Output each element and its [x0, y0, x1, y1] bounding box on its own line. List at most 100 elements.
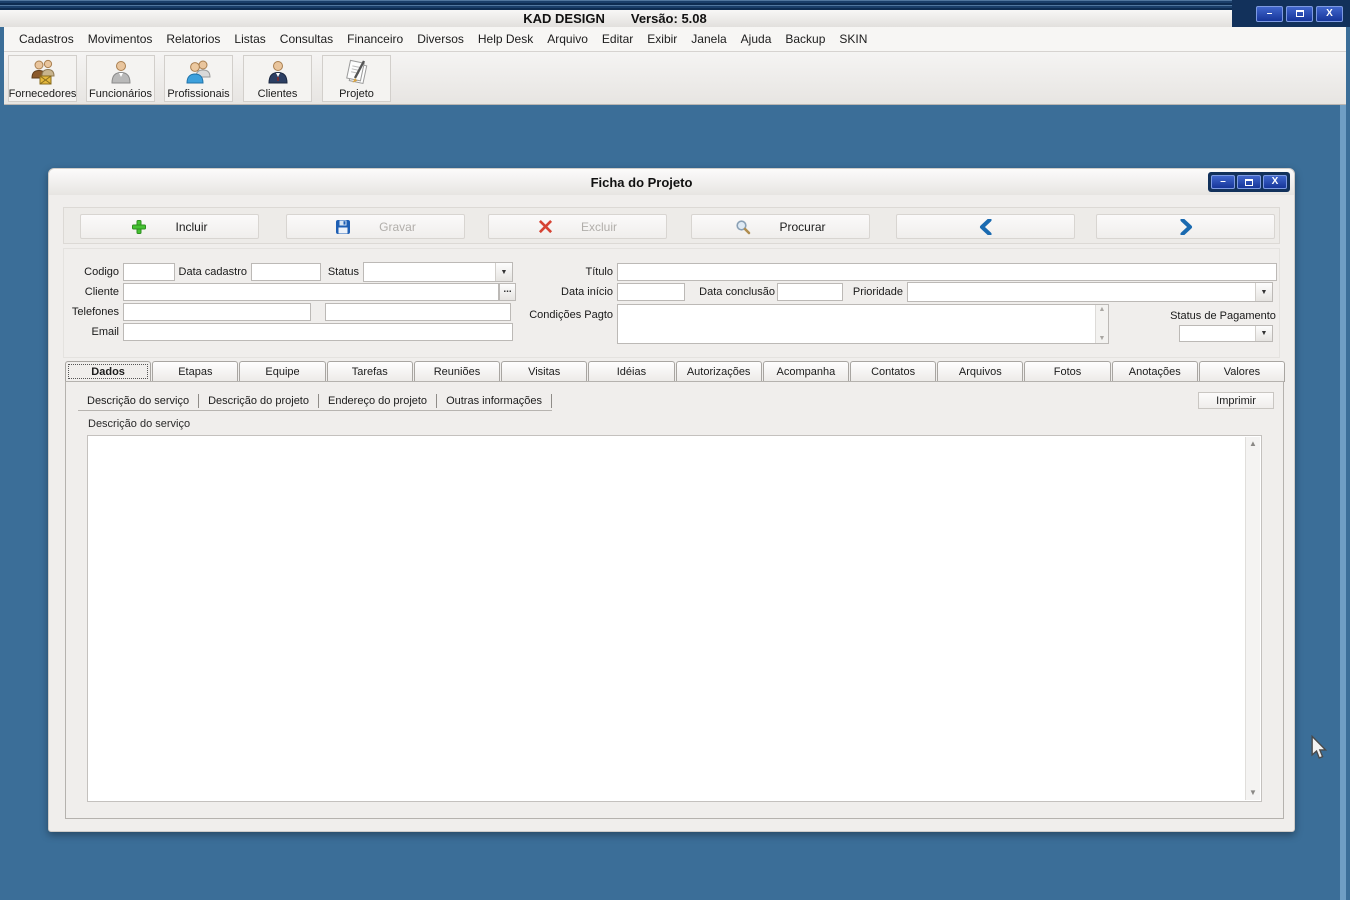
maximize-button[interactable] — [1286, 5, 1313, 22]
prioridade-dropdown-button[interactable]: ▼ — [1255, 283, 1272, 301]
toolbar-button-clientes[interactable]: Clientes — [243, 55, 312, 102]
tab-acompanha[interactable]: Acompanha — [762, 361, 849, 382]
toolbar-button-funcionarios[interactable]: Funcionários — [86, 55, 155, 102]
menu-item-diversos[interactable]: Diversos — [410, 29, 471, 49]
tab-autorizacoes[interactable]: Autorizações — [675, 361, 762, 382]
scroll-down-icon: ▼ — [1098, 335, 1106, 342]
tab-ideias[interactable]: Idéias — [588, 361, 675, 382]
tab-valores[interactable]: Valores — [1198, 361, 1286, 382]
data-inicio-input[interactable] — [617, 283, 685, 301]
next-record-button[interactable] — [1096, 214, 1275, 239]
dialog-minimize-button[interactable]: – — [1211, 175, 1235, 189]
app-version: Versão: 5.08 — [630, 11, 707, 26]
dialog-close-button[interactable]: X — [1263, 175, 1287, 189]
tab-visitas[interactable]: Visitas — [501, 361, 588, 382]
toolbar-button-fornecedores[interactable]: Fornecedores — [8, 55, 77, 102]
dialog-window-controls: – X — [1208, 172, 1290, 192]
main-toolbar: Fornecedores Funcionários Profissionais … — [4, 52, 1346, 105]
status-label: Status — [327, 266, 359, 278]
dialog-maximize-button[interactable] — [1237, 175, 1261, 189]
tab-tarefas[interactable]: Tarefas — [326, 361, 413, 382]
status-select[interactable]: ▼ — [363, 262, 513, 282]
menu-item-arquivo[interactable]: Arquivo — [540, 29, 595, 49]
tab-fotos[interactable]: Fotos — [1024, 361, 1111, 382]
data-inicio-label: Data início — [561, 286, 613, 298]
menu-item-ajuda[interactable]: Ajuda — [734, 29, 779, 49]
menu-item-listas[interactable]: Listas — [227, 29, 272, 49]
toolbar-button-projeto[interactable]: Projeto — [322, 55, 391, 102]
condicoes-pagto-memo[interactable]: ▲ ▼ — [617, 304, 1109, 344]
close-button[interactable]: X — [1316, 5, 1343, 22]
cliente-browse-button[interactable]: ... — [499, 283, 516, 301]
memo-scrollbar[interactable]: ▲ ▼ — [1095, 305, 1108, 343]
subtab-descricao-projeto[interactable]: Descrição do projeto — [199, 395, 318, 407]
menu-item-helpdesk[interactable]: Help Desk — [471, 29, 540, 49]
chevron-right-icon — [1179, 218, 1193, 235]
minimize-icon: – — [1266, 7, 1273, 19]
subtab-outras-informacoes[interactable]: Outras informações — [437, 395, 551, 407]
maximize-icon — [1245, 178, 1253, 186]
tab-dados[interactable]: Dados — [65, 361, 152, 382]
subtab-descricao-servico[interactable]: Descrição do serviço — [78, 395, 198, 407]
incluir-button[interactable]: Incluir — [80, 214, 259, 239]
status-pagamento-select[interactable]: ▼ — [1179, 325, 1273, 342]
sub-tabset: Descrição do serviço Descrição do projet… — [78, 393, 553, 411]
tab-anotacoes[interactable]: Anotações — [1111, 361, 1198, 382]
chevron-down-icon: ▼ — [1260, 330, 1268, 337]
project-notes-icon — [342, 58, 372, 88]
tab-reunioes[interactable]: Reuniões — [413, 361, 501, 382]
imprimir-button[interactable]: Imprimir — [1198, 392, 1274, 409]
scroll-down-icon: ▼ — [1249, 788, 1257, 797]
telefone2-input[interactable] — [325, 303, 511, 321]
status-pagamento-dropdown-button[interactable]: ▼ — [1255, 326, 1272, 341]
employee-person-icon — [106, 58, 136, 88]
titulo-label: Título — [585, 266, 613, 278]
window-titlebar-stripes — [0, 0, 1350, 10]
menu-item-cadastros[interactable]: Cadastros — [12, 29, 81, 49]
subtab-endereco-projeto[interactable]: Endereço do projeto — [319, 395, 436, 407]
toolbar-label-projeto: Projeto — [339, 88, 374, 100]
tab-etapas[interactable]: Etapas — [152, 361, 239, 382]
excluir-label: Excluir — [580, 219, 617, 234]
toolbar-label-fornecedores: Fornecedores — [8, 88, 77, 100]
email-input[interactable] — [123, 323, 513, 341]
tab-equipe[interactable]: Equipe — [239, 361, 326, 382]
cliente-input[interactable] — [123, 283, 499, 301]
subtab-separator — [551, 393, 553, 408]
maximize-icon — [1295, 10, 1304, 17]
previous-record-button[interactable] — [896, 214, 1075, 239]
tab-arquivos[interactable]: Arquivos — [937, 361, 1024, 382]
textarea-scrollbar[interactable]: ▲ ▼ — [1245, 437, 1260, 800]
telefone1-input[interactable] — [123, 303, 311, 321]
tab-contatos[interactable]: Contatos — [849, 361, 937, 382]
client-person-icon — [263, 58, 293, 88]
toolbar-button-profissionais[interactable]: Profissionais — [164, 55, 233, 102]
minimize-button[interactable]: – — [1256, 5, 1283, 22]
menu-item-backup[interactable]: Backup — [778, 29, 832, 49]
chevron-left-icon — [979, 218, 993, 235]
menu-item-janela[interactable]: Janela — [684, 29, 733, 49]
prioridade-select[interactable]: ▼ — [907, 282, 1273, 302]
condicoes-pagto-label: Condições Pagto — [529, 309, 613, 321]
toolbar-label-clientes: Clientes — [257, 88, 298, 100]
dialog-actionbar: Incluir Gravar Excluir Procurar — [63, 207, 1280, 244]
menu-item-movimentos[interactable]: Movimentos — [81, 29, 160, 49]
menu-item-skin[interactable]: SKIN — [832, 29, 874, 49]
desktop-edge-highlight — [1340, 105, 1346, 900]
menu-item-editar[interactable]: Editar — [595, 29, 640, 49]
professionals-people-icon — [184, 58, 214, 88]
menu-item-exibir[interactable]: Exibir — [640, 29, 684, 49]
menu-item-relatorios[interactable]: Relatorios — [159, 29, 227, 49]
procurar-button[interactable]: Procurar — [691, 214, 870, 239]
gravar-button[interactable]: Gravar — [286, 214, 465, 239]
save-floppy-icon — [335, 219, 351, 235]
menu-item-consultas[interactable]: Consultas — [273, 29, 340, 49]
data-conclusao-input[interactable] — [777, 283, 843, 301]
status-dropdown-button[interactable]: ▼ — [495, 263, 512, 281]
scroll-up-icon: ▲ — [1098, 306, 1106, 313]
excluir-button[interactable]: Excluir — [488, 214, 667, 239]
titulo-input[interactable] — [617, 263, 1277, 281]
data-conclusao-label: Data conclusão — [699, 286, 775, 298]
descricao-servico-textarea[interactable]: ▲ ▼ — [87, 435, 1262, 802]
menu-item-financeiro[interactable]: Financeiro — [340, 29, 410, 49]
